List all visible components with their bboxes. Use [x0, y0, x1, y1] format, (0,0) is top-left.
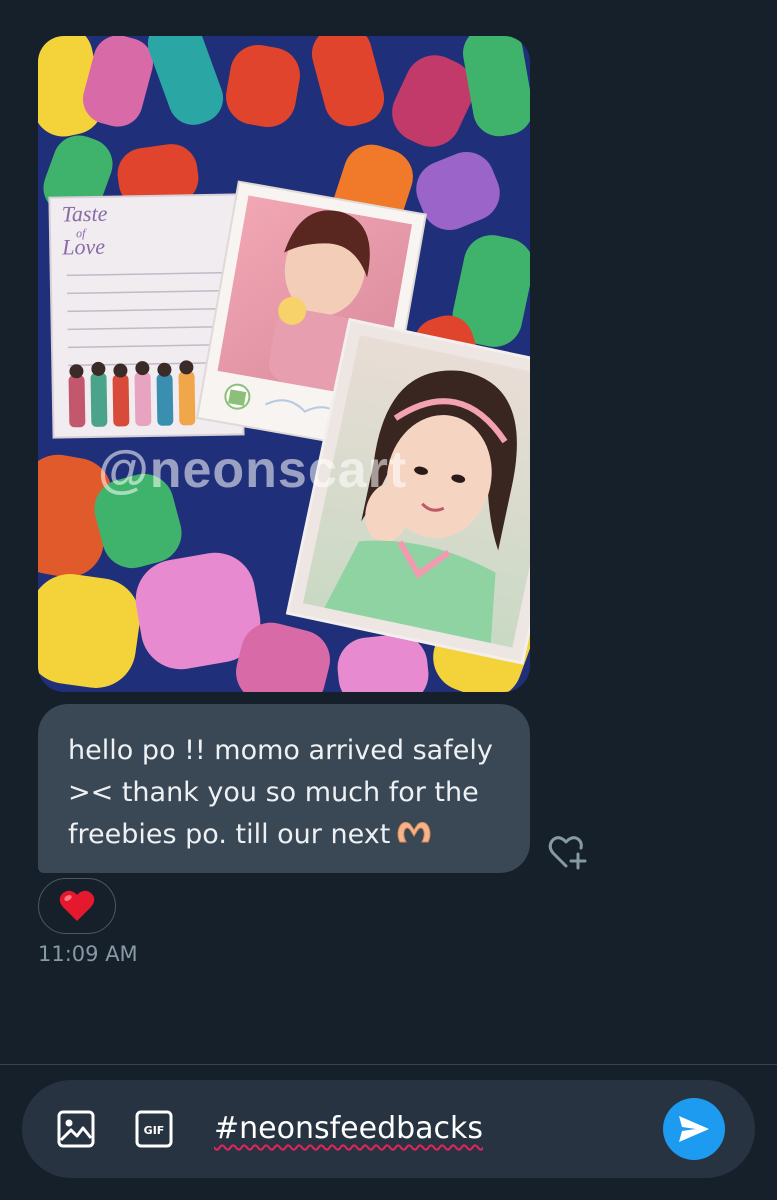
photo-artwork: Taste of Love — [38, 36, 530, 692]
reaction-chip[interactable] — [38, 878, 116, 934]
svg-text:Taste: Taste — [61, 201, 107, 227]
message-composer: GIF #neonsfeedbacks — [22, 1080, 755, 1178]
send-button[interactable] — [663, 1098, 725, 1160]
add-gif-button[interactable]: GIF — [134, 1109, 174, 1149]
photo-watermark: @neonscart — [98, 441, 408, 499]
gif-label: GIF — [144, 1124, 165, 1137]
heart-plus-icon — [548, 836, 587, 870]
heart-hands-emoji — [397, 821, 431, 843]
attached-photo[interactable]: Taste of Love @neonscart — [38, 36, 530, 692]
svg-text:Love: Love — [61, 234, 105, 260]
gif-icon: GIF — [135, 1110, 173, 1148]
message-bubble[interactable]: hello po !! momo arrived safely >< thank… — [38, 704, 530, 873]
image-icon — [57, 1110, 95, 1148]
composer-divider — [0, 1064, 777, 1065]
add-image-button[interactable] — [56, 1109, 96, 1149]
red-heart-emoji — [59, 890, 95, 921]
send-icon — [679, 1116, 709, 1142]
message-timestamp: 11:09 AM — [38, 942, 138, 966]
add-reaction-button[interactable] — [546, 832, 590, 872]
message-input-value: #neonsfeedbacks — [214, 1111, 484, 1146]
message-text: hello po !! momo arrived safely >< thank… — [68, 730, 506, 856]
dm-conversation-screen: Taste of Love @neonscart hello po !! mom… — [0, 0, 777, 1200]
message-input[interactable]: #neonsfeedbacks — [214, 1104, 644, 1154]
